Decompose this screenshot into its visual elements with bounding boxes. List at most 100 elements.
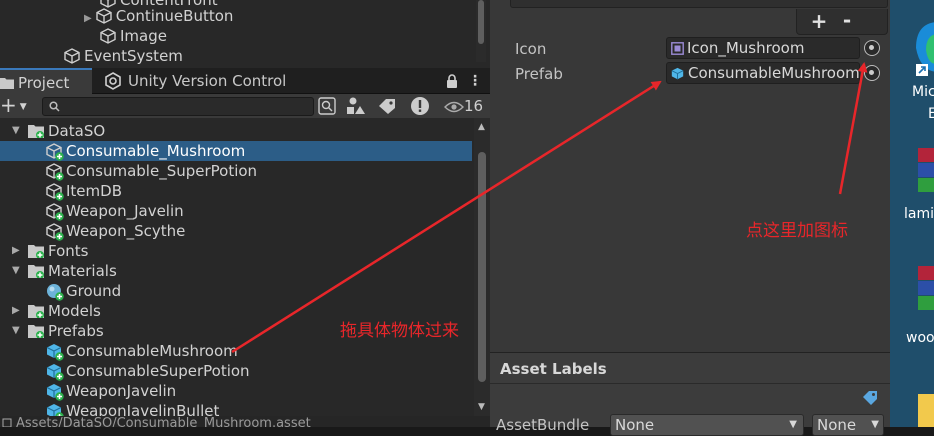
chevron-right-icon[interactable]: ▶ — [12, 306, 22, 316]
icon-object-field[interactable]: Icon_Mushroom — [666, 37, 860, 59]
remove-element-button[interactable]: - — [835, 9, 859, 33]
list-footer: + - — [796, 9, 888, 35]
asset-row-label: Ground — [66, 282, 122, 300]
tab-project[interactable]: Project — [0, 68, 92, 94]
prefab-field-value: ConsumableMushroom — [688, 64, 860, 82]
assetbundle-value: None — [615, 416, 655, 434]
add-element-button[interactable]: + — [807, 9, 831, 33]
prefab-object-field[interactable]: ConsumableMushroom — [666, 62, 860, 84]
asset-path-status: Assets/DataSO/Consumable_Mushroom.asset — [0, 416, 490, 427]
assetbundle-variant-dropdown[interactable]: None ▼ — [812, 414, 884, 436]
desktop-strip: Micr E lami woo — [890, 0, 934, 427]
hierarchy-item[interactable]: EventSystem — [64, 46, 183, 66]
winrar-icon[interactable] — [918, 266, 934, 312]
label-filter-icon[interactable] — [378, 98, 396, 114]
desktop-item-label: E — [928, 106, 934, 122]
folder-icon[interactable] — [918, 394, 934, 427]
gameobject-icon — [100, 28, 116, 44]
remove-element-label: - — [842, 8, 852, 32]
folder-icon — [28, 303, 44, 323]
variant-value: None — [817, 416, 857, 434]
hidden-packages-toggle[interactable]: 16 — [444, 94, 483, 118]
asset-row-label: Prefabs — [48, 322, 104, 340]
chevron-down-icon[interactable]: ▼ — [12, 266, 22, 276]
gameobject-icon — [64, 48, 80, 64]
project-tab-bar: Project Unity Version Control ⋮ — [0, 68, 490, 94]
filter-by-type-icon[interactable] — [346, 97, 366, 115]
folder-icon — [0, 78, 14, 89]
annotation-drag-note: 拖具体物体过来 — [340, 321, 459, 341]
asset-row-label: Models — [48, 302, 101, 320]
chevron-down-icon[interactable]: ▼ — [12, 326, 22, 336]
gameobject-icon — [96, 8, 112, 24]
prefab-icon — [671, 67, 684, 80]
asset-row-label: Fonts — [48, 242, 89, 260]
project-asset-list: ▼ DataSO Consumable_Mushroom Consumable_Sup… — [0, 118, 490, 421]
hierarchy-item[interactable]: ▶ ContinueButton — [84, 6, 233, 26]
project-toolbar: + ▼ 16 — [0, 94, 490, 118]
asset-row[interactable]: ConsumableSuperPotion — [0, 361, 472, 381]
hierarchy-item-label: Image — [120, 27, 167, 45]
add-element-label: + — [810, 9, 828, 33]
label-tag-icon[interactable] — [860, 388, 880, 406]
project-scrollbar[interactable]: ▲ ▼ — [474, 118, 490, 416]
icon-object-picker-icon[interactable] — [864, 40, 880, 56]
desktop-item-label: woo — [906, 330, 934, 346]
hierarchy-item-label: EventSystem — [84, 47, 183, 65]
create-button[interactable]: + ▼ — [0, 94, 27, 118]
asset-row-label: Consumable_Mushroom — [66, 142, 246, 160]
asset-row[interactable]: Ground — [0, 281, 472, 301]
search-icon — [49, 101, 60, 112]
scroll-up-icon[interactable]: ▲ — [478, 122, 485, 132]
asset-labels-title: Asset Labels — [500, 360, 607, 378]
scrollbar-thumb[interactable] — [478, 152, 486, 382]
asset-row[interactable]: Consumable_SuperPotion — [0, 161, 472, 181]
assetbundle-dropdown[interactable]: None ▼ — [610, 414, 804, 436]
search-by-type-icon[interactable] — [318, 97, 336, 115]
scrollbar-thumb[interactable] — [478, 0, 484, 44]
search-input[interactable] — [42, 97, 314, 116]
sprite-icon — [671, 42, 684, 55]
annotation-icon-note: 点这里加图标 — [746, 221, 848, 241]
asset-row-label: Weapon_Javelin — [66, 202, 184, 220]
asset-row-label: Consumable_SuperPotion — [66, 162, 258, 180]
shortcut-arrow-icon — [916, 64, 928, 76]
inspector-panel: + - Icon Icon_Mushroom Prefab Consumable… — [490, 0, 890, 352]
folder-icon — [28, 323, 44, 343]
eye-icon — [444, 101, 464, 113]
chevron-right-icon[interactable]: ▶ — [84, 13, 92, 24]
asset-row[interactable]: WeaponJavelin — [0, 381, 472, 401]
asset-row[interactable]: Weapon_Javelin — [0, 201, 472, 221]
asset-labels-section: Asset Labels AssetBundle None ▼ None ▼ — [490, 352, 890, 436]
folder-icon — [28, 263, 44, 283]
folder-row[interactable]: ▼ Materials — [0, 261, 472, 281]
asset-row-label: Materials — [48, 262, 117, 280]
asset-row-label: WeaponJavelin — [66, 382, 177, 400]
asset-row-label: DataSO — [48, 122, 106, 140]
more-menu-icon[interactable]: ⋮ — [468, 71, 482, 91]
folder-row[interactable]: ▼ DataSO — [0, 121, 472, 141]
asset-row-label: ConsumableMushroom — [66, 342, 238, 360]
tab-unity-version-control[interactable]: Unity Version Control — [100, 68, 286, 94]
folder-icon — [28, 123, 44, 143]
chevron-down-icon[interactable]: ▼ — [12, 126, 22, 136]
prefab-object-picker-icon[interactable] — [864, 65, 880, 81]
hierarchy-item-label: ContinueButton — [115, 7, 234, 25]
asset-row-label: Weapon_Scythe — [66, 222, 186, 240]
asset-row[interactable]: ConsumableMushroom — [0, 341, 472, 361]
lock-icon[interactable] — [446, 74, 458, 88]
asset-row[interactable]: Weapon_Scythe — [0, 221, 472, 241]
asset-row[interactable]: ItemDB — [0, 181, 472, 201]
chevron-right-icon[interactable]: ▶ — [12, 246, 22, 256]
asset-row[interactable]: Consumable_Mushroom — [0, 141, 472, 161]
chevron-down-icon: ▼ — [789, 419, 797, 430]
version-control-icon — [105, 72, 121, 90]
winrar-icon[interactable] — [918, 148, 934, 194]
hierarchy-item[interactable]: Image — [100, 26, 167, 46]
hierarchy-scrollbar[interactable] — [476, 0, 486, 62]
tab-uvc-label: Unity Version Control — [128, 72, 287, 90]
scroll-down-icon[interactable]: ▼ — [478, 402, 485, 412]
folder-row[interactable]: ▶ Fonts — [0, 241, 472, 261]
warning-filter-icon[interactable] — [410, 96, 430, 116]
create-button-label: + — [0, 93, 17, 117]
